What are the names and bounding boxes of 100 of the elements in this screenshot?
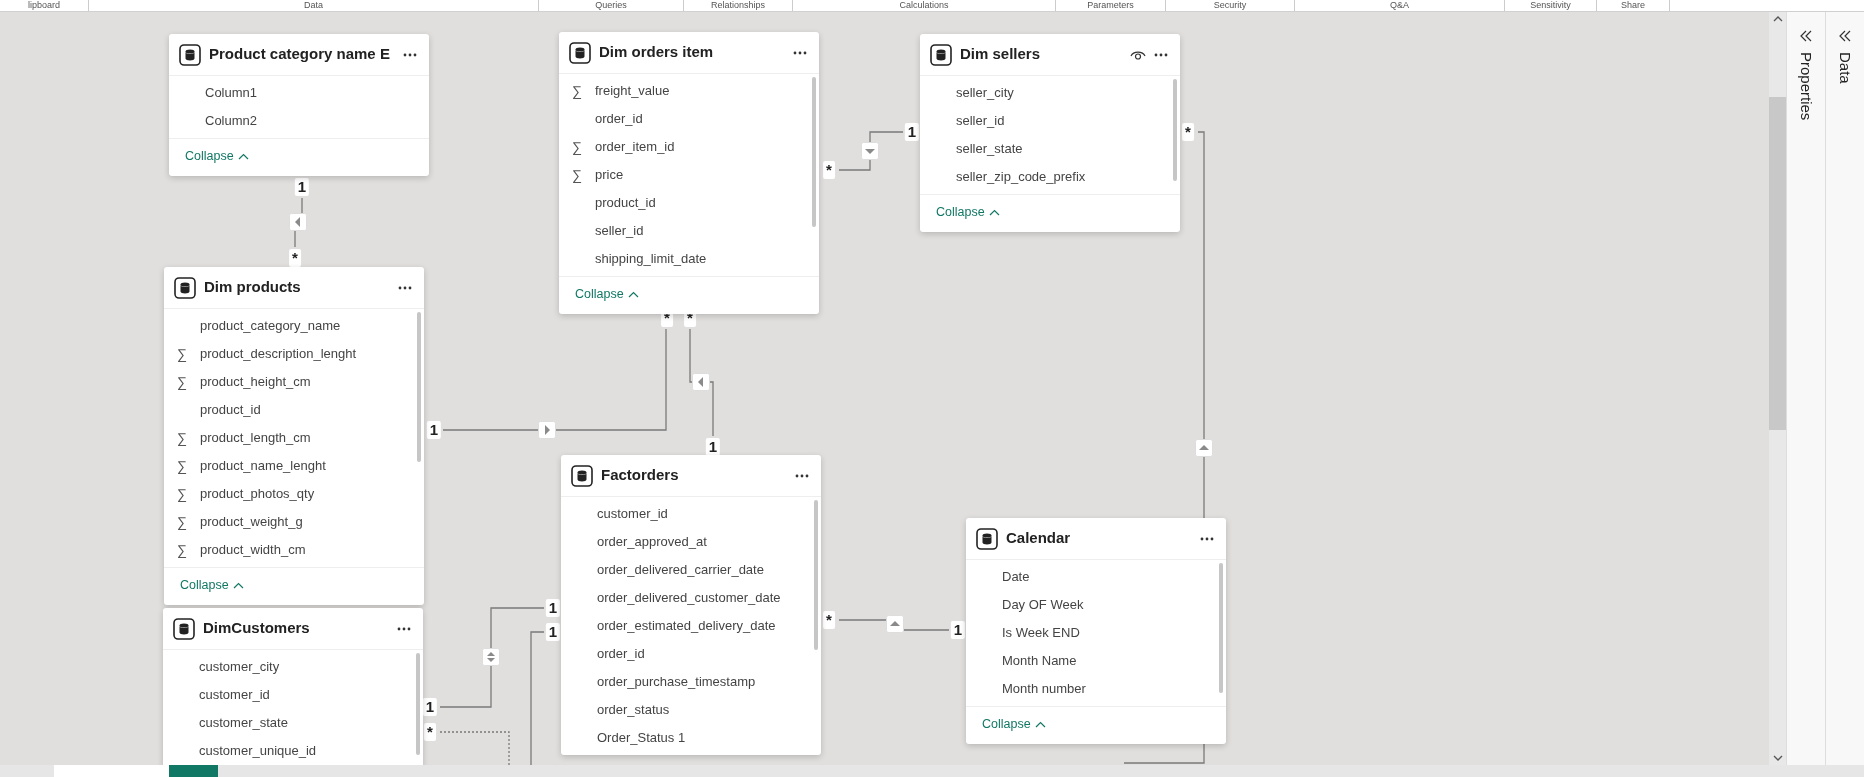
ribbon-group-label: lipboard: [0, 0, 89, 11]
double-chevron-icon[interactable]: [1800, 30, 1812, 42]
column-name[interactable]: order_delivered_customer_date: [597, 588, 781, 608]
scrollbar-thumb[interactable]: [1769, 97, 1786, 430]
column-name[interactable]: order_item_id: [595, 137, 675, 157]
column-name[interactable]: product_category_name: [200, 316, 341, 336]
collapse-link[interactable]: Collapse: [936, 203, 1000, 222]
column-name[interactable]: Order_Status 1: [597, 728, 686, 748]
scrollbar[interactable]: [812, 77, 816, 227]
ribbon-group-label: Data: [89, 0, 539, 11]
column-name[interactable]: product_description_lenght: [200, 344, 357, 364]
column-name[interactable]: shipping_limit_date: [595, 249, 707, 269]
column-name[interactable]: customer_city: [199, 657, 280, 677]
scroll-up-icon[interactable]: [1772, 16, 1783, 22]
more-options-icon[interactable]: [1200, 536, 1214, 541]
cardinality-label: *: [1182, 123, 1194, 141]
column-name[interactable]: customer_state: [199, 713, 288, 733]
column-name[interactable]: order_status: [597, 700, 670, 720]
column-name[interactable]: order_id: [595, 109, 643, 129]
column-name[interactable]: seller_city: [956, 83, 1014, 103]
relationship-line[interactable]: [439, 731, 510, 765]
column-name[interactable]: product_width_cm: [200, 540, 306, 560]
relationship-line[interactable]: [294, 197, 303, 248]
collapse-link[interactable]: Collapse: [982, 715, 1046, 734]
table-card[interactable]: Calendar Date Day OF Week Is Week END Month Name Month number Collapse: [966, 518, 1226, 744]
scroll-down-icon[interactable]: [1772, 755, 1783, 761]
relationship-line[interactable]: [838, 131, 904, 171]
scrollbar[interactable]: [416, 653, 420, 755]
column-name[interactable]: customer_unique_id: [199, 741, 317, 761]
column-name[interactable]: order_estimated_delivery_date: [597, 616, 776, 636]
relationship-line[interactable]: [530, 631, 545, 765]
sigma-icon: ∑: [559, 164, 595, 186]
column-name[interactable]: order_approved_at: [597, 532, 707, 552]
ribbon-group-label: Share: [1597, 0, 1670, 11]
column-name[interactable]: product_weight_g: [200, 512, 303, 532]
collapse-link[interactable]: Collapse: [180, 576, 244, 595]
collapse-link[interactable]: Collapse: [575, 285, 639, 304]
cardinality-label: *: [289, 249, 301, 267]
column-name[interactable]: customer_id: [199, 685, 270, 705]
column-name[interactable]: Month Name: [1002, 651, 1077, 671]
column-name[interactable]: Date: [1002, 567, 1030, 587]
pane-title[interactable]: Properties: [1794, 52, 1818, 121]
scrollbar[interactable]: [1219, 563, 1223, 693]
more-options-icon[interactable]: [397, 626, 411, 631]
column-name[interactable]: order_purchase_timestamp: [597, 672, 756, 692]
scrollbar[interactable]: [417, 312, 421, 462]
more-options-icon[interactable]: [403, 52, 417, 57]
column-name[interactable]: Column2: [205, 111, 258, 131]
sigma-icon: ∑: [164, 427, 200, 449]
scrollbar[interactable]: [814, 500, 818, 650]
column-name[interactable]: product_photos_qty: [200, 484, 315, 504]
table-card[interactable]: [164, 267, 424, 605]
relationship-line[interactable]: [838, 619, 950, 631]
table-title: Calendar: [1006, 528, 1072, 549]
ribbon-group-label: Sensitivity: [1505, 0, 1597, 11]
column-name[interactable]: seller_state: [956, 139, 1023, 159]
chevron-up-icon: [237, 152, 249, 160]
cardinality-label: 1: [426, 421, 442, 439]
column-name[interactable]: order_id: [597, 644, 645, 664]
column-name[interactable]: Column1: [205, 83, 258, 103]
collapse-link[interactable]: Collapse: [185, 147, 249, 166]
table-card[interactable]: DimCustomers customer_city customer_id customer_state customer_unique_id: [163, 608, 423, 765]
column-name[interactable]: product_id: [200, 400, 261, 420]
column-name[interactable]: Day OF Week: [1002, 595, 1084, 615]
sigma-icon: ∑: [164, 343, 200, 365]
pane-title[interactable]: Data: [1833, 52, 1857, 84]
relationship-line[interactable]: [442, 328, 667, 431]
column-name[interactable]: seller_id: [595, 221, 644, 241]
chevron-up-icon: [232, 581, 244, 589]
cardinality-label: 1: [545, 599, 561, 617]
more-options-icon[interactable]: [793, 50, 807, 55]
column-name[interactable]: seller_zip_code_prefix: [956, 167, 1086, 187]
table-card[interactable]: Dim sellers seller_city seller_id seller_state seller_zip_code_prefix Collapse: [920, 34, 1180, 232]
column-name[interactable]: product_height_cm: [200, 372, 311, 392]
more-options-icon[interactable]: [398, 285, 412, 290]
more-options-icon[interactable]: [795, 473, 809, 478]
scrollbar[interactable]: [1173, 79, 1177, 181]
relationship-line[interactable]: [439, 607, 545, 708]
column-name[interactable]: customer_id: [597, 504, 668, 524]
cardinality-label: *: [823, 611, 835, 629]
column-name[interactable]: product_name_lenght: [200, 456, 326, 476]
table-card[interactable]: Product category name E Column1 Column2 Collapse: [169, 34, 429, 176]
column-name[interactable]: Is Week END: [1002, 623, 1080, 643]
relationship-line[interactable]: [689, 328, 714, 437]
table-card[interactable]: Factorders customer_id order_approved_at order_delivered_carrier_date order_delivered_customer_date order_estimated_delivery_date order_id order_purchase_timestamp order_status Order_Status 1: [561, 455, 821, 755]
column-name[interactable]: product_id: [595, 193, 656, 213]
double-chevron-icon[interactable]: [1839, 30, 1851, 42]
column-name[interactable]: freight_value: [595, 81, 670, 101]
column-name[interactable]: product_length_cm: [200, 428, 311, 448]
cardinality-label: 1: [950, 621, 966, 639]
column-name[interactable]: Month number: [1002, 679, 1086, 699]
ribbon-group-label: Parameters: [1056, 0, 1166, 11]
database-icon: [179, 43, 201, 66]
column-name[interactable]: seller_id: [956, 111, 1005, 131]
more-options-icon[interactable]: [1154, 52, 1168, 57]
sigma-icon: ∑: [164, 511, 200, 533]
column-name[interactable]: price: [595, 165, 624, 185]
table-card[interactable]: Dim orders item ∑ freight_value order_id ∑ order_item_id ∑ price product_id seller_id shipping_limit_date Collapse: [559, 32, 819, 314]
column-name[interactable]: order_delivered_carrier_date: [597, 560, 764, 580]
database-icon: [571, 464, 593, 487]
